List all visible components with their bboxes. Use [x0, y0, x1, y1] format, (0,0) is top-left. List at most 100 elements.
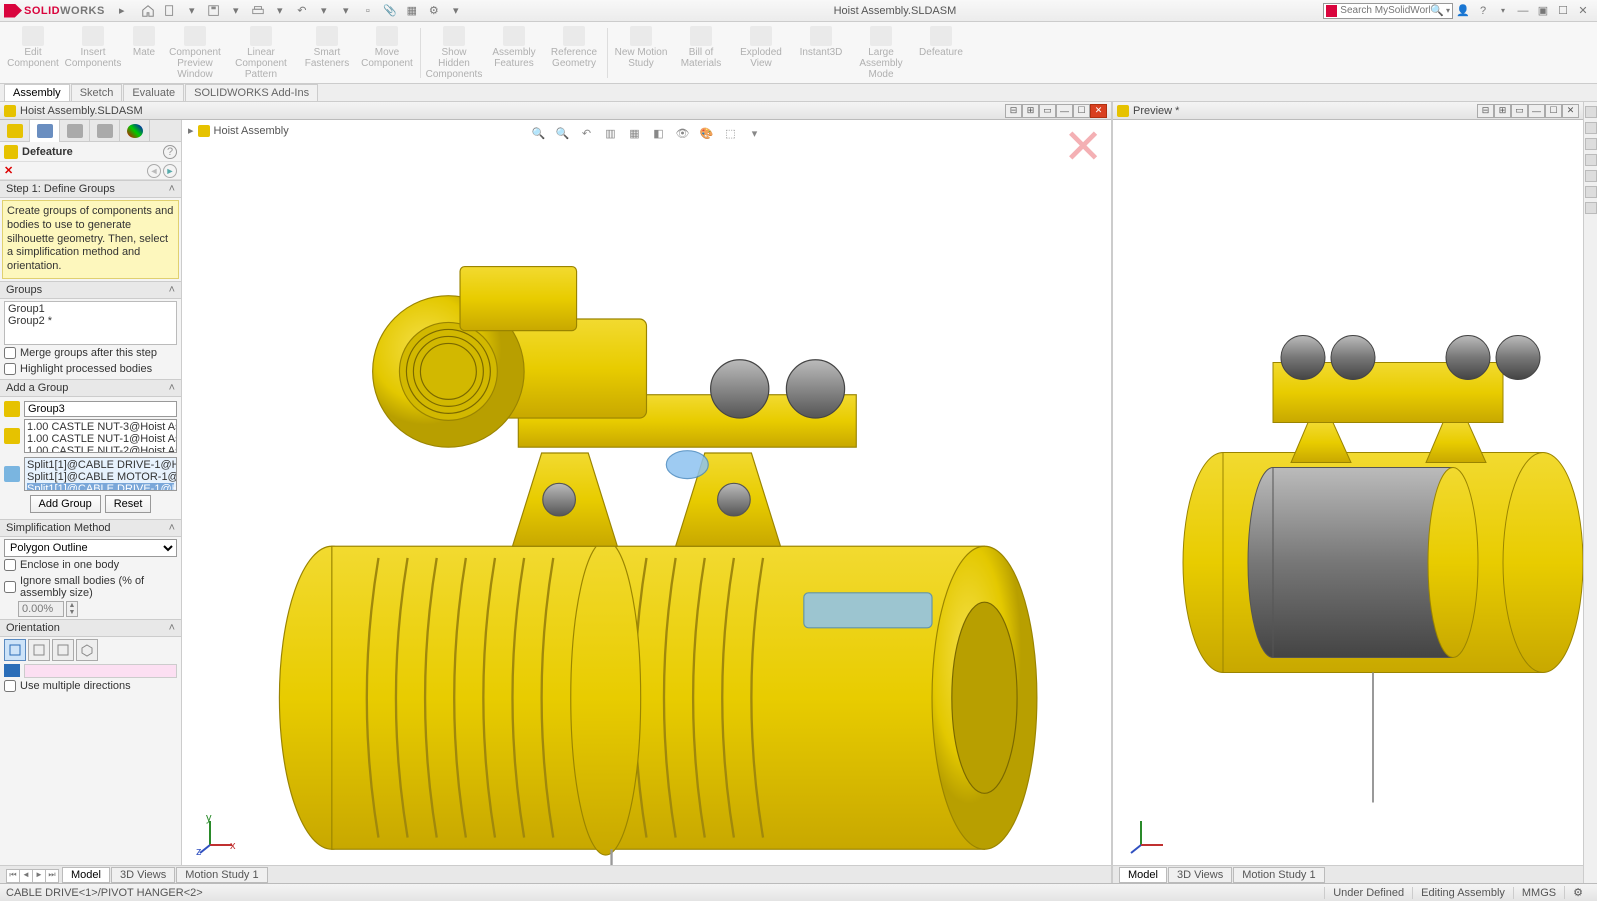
zoom-fit-icon[interactable]: 🔍 [530, 124, 548, 142]
simplification-method-select[interactable]: Polygon Outline [4, 539, 177, 557]
smart-fasteners-button[interactable]: Smart Fasteners [298, 24, 356, 80]
spinner-buttons[interactable]: ▲▼ [66, 601, 78, 617]
configuration-manager-tab[interactable] [60, 120, 90, 142]
spinner-down-icon[interactable]: ▼ [67, 609, 77, 616]
apply-scene-icon[interactable]: ⬚ [722, 124, 740, 142]
ignore-small-checkbox[interactable]: Ignore small bodies (% of assembly size) [4, 573, 177, 601]
exploded-view-button[interactable]: Exploded View [732, 24, 790, 80]
section-view-icon[interactable]: ▥ [602, 124, 620, 142]
search-box[interactable]: 🔍 ▾ [1323, 3, 1453, 19]
bottom-tab-model[interactable]: Model [62, 867, 110, 883]
pin-icon[interactable]: 📎 [382, 3, 398, 19]
list-item[interactable]: Split1[1]@CABLE DRIVE-1@Hc [27, 459, 174, 471]
dimxpert-manager-tab[interactable] [90, 120, 120, 142]
tab-nav-last-icon[interactable]: ⏭ [45, 869, 59, 883]
large-assembly-button[interactable]: Large Assembly Mode [852, 24, 910, 80]
help-icon[interactable]: ? [1476, 4, 1490, 18]
user-icon[interactable]: 👤 [1456, 4, 1470, 18]
add-group-button[interactable]: Add Group [30, 495, 101, 513]
status-units[interactable]: MMGS [1513, 887, 1564, 899]
taskpane-custom-props-icon[interactable] [1585, 202, 1597, 214]
instant3d-button[interactable]: Instant3D [792, 24, 850, 80]
enclose-checkbox[interactable]: Enclose in one body [4, 557, 177, 573]
list-item[interactable]: Split1[1]@CABLE DRIVE-1@H [27, 483, 174, 491]
home-icon[interactable] [140, 3, 156, 19]
orientation-top-button[interactable] [28, 639, 50, 661]
tab-sketch[interactable]: Sketch [71, 84, 123, 101]
select-icon[interactable]: ▾ [338, 3, 354, 19]
orientation-right-button[interactable] [52, 639, 74, 661]
redo-icon[interactable]: ▾ [316, 3, 332, 19]
merge-groups-checkbox[interactable]: Merge groups after this step [4, 345, 177, 361]
view-triad[interactable]: y x z [196, 815, 236, 855]
bottom-tab-3dviews[interactable]: 3D Views [111, 867, 175, 883]
preview-tile-h-icon[interactable]: ⊟ [1477, 104, 1494, 118]
preview-tab-motion[interactable]: Motion Study 1 [1233, 867, 1324, 883]
preview-triad[interactable] [1127, 815, 1167, 855]
reference-geometry-button[interactable]: Reference Geometry [545, 24, 603, 80]
display-style-icon[interactable]: ◧ [650, 124, 668, 142]
direction-bar[interactable] [24, 664, 177, 678]
edit-appearance-icon[interactable]: 🎨 [698, 124, 716, 142]
pm-help-icon[interactable]: ? [163, 145, 177, 159]
breadcrumb-prev-icon[interactable]: ▸ [188, 124, 194, 137]
component-preview-button[interactable]: Component Preview Window [166, 24, 224, 80]
model-viewport[interactable]: ▸ Hoist Assembly 🔍 🔍 ↶ ▥ ▦ ◧ 👁 🎨 ⬚ ▾ ✕ [182, 120, 1111, 865]
status-custom-icon[interactable]: ⚙ [1564, 886, 1591, 899]
win-minimize-icon[interactable]: — [1056, 104, 1073, 118]
tab-evaluate[interactable]: Evaluate [123, 84, 184, 101]
edit-component-button[interactable]: Edit Component [4, 24, 62, 80]
move-component-button[interactable]: Move Component [358, 24, 416, 80]
save-icon[interactable] [206, 3, 222, 19]
list-item[interactable]: 1.00 CASTLE NUT-1@Hoist Ass [27, 433, 174, 445]
tab-addins[interactable]: SOLIDWORKS Add-Ins [185, 84, 318, 101]
bottom-tab-motion[interactable]: Motion Study 1 [176, 867, 267, 883]
win-maximize-icon[interactable]: ☐ [1073, 104, 1090, 118]
tab-assembly[interactable]: Assembly [4, 84, 70, 101]
breadcrumb[interactable]: ▸ Hoist Assembly [188, 124, 289, 137]
show-hidden-button[interactable]: Show Hidden Components [425, 24, 483, 80]
mate-button[interactable]: Mate [124, 24, 164, 80]
settings-icon[interactable]: ⚙ [426, 3, 442, 19]
feature-manager-tab[interactable] [0, 120, 30, 142]
insert-components-button[interactable]: Insert Components [64, 24, 122, 80]
taskpane-home-icon[interactable] [1585, 106, 1597, 118]
help-dropdown-icon[interactable]: ▾ [1496, 4, 1510, 18]
preview-close-icon[interactable]: ✕ [1562, 104, 1579, 118]
taskpane-view-palette-icon[interactable] [1585, 170, 1597, 182]
multiple-directions-checkbox[interactable]: Use multiple directions [4, 678, 177, 694]
view-orientation-icon[interactable]: ▦ [626, 124, 644, 142]
pm-prev-icon[interactable]: ◄ [147, 164, 161, 178]
orientation-header[interactable]: Orientation˄ [0, 619, 181, 637]
previous-view-icon[interactable]: ↶ [578, 124, 596, 142]
highlight-bodies-checkbox[interactable]: Highlight processed bodies [4, 361, 177, 377]
list-item[interactable]: Group1 [8, 303, 173, 315]
save-dropdown-icon[interactable]: ▾ [228, 3, 244, 19]
zoom-area-icon[interactable]: 🔍 [554, 124, 572, 142]
new-icon[interactable] [162, 3, 178, 19]
search-dropdown-icon[interactable]: ▾ [1446, 6, 1450, 15]
pm-cancel-icon[interactable]: ✕ [4, 164, 13, 177]
preview-tab-model[interactable]: Model [1119, 867, 1167, 883]
settings-dropdown-icon[interactable]: ▾ [448, 3, 464, 19]
linear-pattern-button[interactable]: Linear Component Pattern [226, 24, 296, 80]
new-motion-study-button[interactable]: New Motion Study [612, 24, 670, 80]
preview-tab-3dviews[interactable]: 3D Views [1168, 867, 1232, 883]
print-icon[interactable] [250, 3, 266, 19]
display-manager-tab[interactable] [120, 120, 150, 142]
bodies-selection[interactable]: Split1[1]@CABLE DRIVE-1@Hc Split1[1]@CAB… [24, 457, 177, 491]
add-group-header[interactable]: Add a Group˄ [0, 379, 181, 397]
win-close-icon[interactable]: ✕ [1090, 104, 1107, 118]
tab-nav-prev-icon[interactable]: ◄ [19, 869, 33, 883]
group-name-input[interactable] [24, 401, 177, 417]
ignore-percent-spinner[interactable]: ▲▼ [18, 601, 177, 617]
simplification-header[interactable]: Simplification Method˄ [0, 519, 181, 537]
defeature-button[interactable]: Defeature [912, 24, 970, 80]
tab-nav-first-icon[interactable]: ⏮ [6, 869, 20, 883]
minimize-icon[interactable]: — [1516, 4, 1530, 18]
rebuild-icon[interactable]: ▫ [360, 3, 376, 19]
search-input[interactable] [1340, 5, 1430, 16]
restore-icon[interactable]: ▣ [1536, 4, 1550, 18]
expand-menu-icon[interactable]: ▸ [114, 3, 130, 19]
orientation-iso-button[interactable] [76, 639, 98, 661]
